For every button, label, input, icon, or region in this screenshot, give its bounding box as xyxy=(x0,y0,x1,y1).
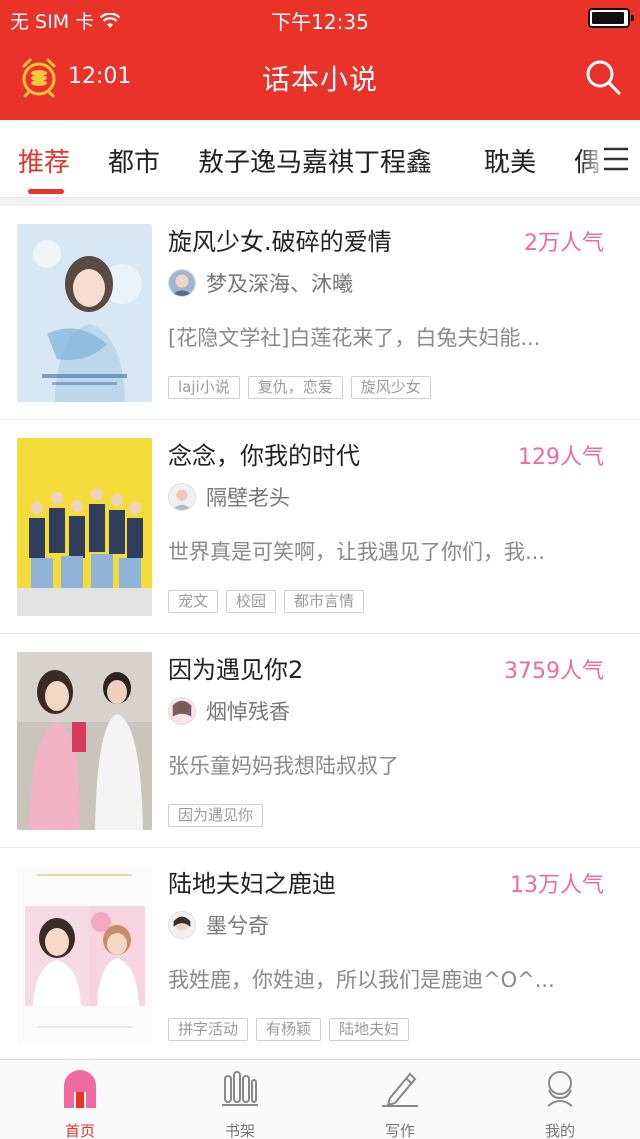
book-description: [花隐文学社]白莲花来了，白兔夫妇能... xyxy=(168,326,541,350)
author-name: 烟悼残香 xyxy=(206,700,290,724)
tag-list: 宠文 校园 都市言情 xyxy=(168,590,365,613)
tag-list: 拼字活动 有杨颖 陆地夫妇 xyxy=(168,1018,410,1041)
author-name: 隔壁老头 xyxy=(206,486,290,510)
clock: 下午12:35 xyxy=(271,10,369,34)
tag[interactable]: 复仇，恋爱 xyxy=(247,376,343,399)
list-item[interactable]: 念念，你我的时代 129人气 隔壁老头 世界真是可笑啊，让我遇见了你们，我...… xyxy=(0,420,640,634)
search-icon[interactable] xyxy=(584,58,622,96)
nav-label: 书架 xyxy=(224,1122,255,1139)
book-cover[interactable] xyxy=(17,224,152,402)
avatar xyxy=(168,269,196,297)
app-header: 12:01 话本小说 xyxy=(0,36,640,120)
tag[interactable]: 有杨颖 xyxy=(256,1018,322,1041)
book-description: 我姓鹿，你姓迪，所以我们是鹿迪^O^... xyxy=(168,968,555,992)
tab-city[interactable]: 都市 xyxy=(108,142,160,179)
popularity-count: 129人气 xyxy=(518,445,604,470)
list-item[interactable]: 因为遇见你2 3759人气 烟悼残香 张乐童妈妈我想陆叔叔了 因为遇见你 xyxy=(0,634,640,848)
popularity-count: 13万人气 xyxy=(510,873,604,898)
tag[interactable]: laji小说 xyxy=(168,376,240,399)
bookshelf-icon xyxy=(222,1071,258,1106)
book-cover[interactable] xyxy=(17,866,152,1044)
book-cover[interactable] xyxy=(17,438,152,616)
list-item[interactable]: 旋风少女.破碎的爱情 2万人气 梦及深海、沐曦 [花隐文学社]白莲花来了，白兔夫… xyxy=(0,206,640,420)
tab-idol[interactable]: 敖子逸马嘉祺丁程鑫 xyxy=(198,142,432,179)
nav-write[interactable]: 写作 xyxy=(350,1066,450,1139)
nav-bookshelf[interactable]: 书架 xyxy=(190,1066,290,1139)
tag[interactable]: 旋风少女 xyxy=(350,376,431,399)
nav-label: 我的 xyxy=(544,1122,575,1139)
status-bar: 无 SIM 卡 下午12:35 xyxy=(0,0,640,36)
tab-bl[interactable]: 耽美 xyxy=(484,142,536,179)
tag-list: laji小说 复仇，恋爱 旋风少女 xyxy=(168,376,431,399)
home-icon xyxy=(64,1070,96,1108)
bottom-nav: 首页 书架 写作 我的 xyxy=(0,1059,640,1139)
list-item[interactable]: 陆地夫妇之鹿迪 13万人气 墨兮奇 我姓鹿，你姓迪，所以我们是鹿迪^O^... … xyxy=(0,848,640,1062)
nav-label: 首页 xyxy=(64,1122,95,1139)
avatar xyxy=(168,483,196,511)
author-row[interactable]: 隔壁老头 xyxy=(168,482,290,512)
book-title[interactable]: 陆地夫妇之鹿迪 xyxy=(168,864,336,899)
book-title[interactable]: 念念，你我的时代 xyxy=(168,436,360,471)
book-description: 世界真是可笑啊，让我遇见了你们，我... xyxy=(168,540,546,564)
author-row[interactable]: 梦及深海、沐曦 xyxy=(168,268,353,298)
author-row[interactable]: 烟悼残香 xyxy=(168,696,290,726)
avatar xyxy=(168,911,196,939)
tag[interactable]: 拼字活动 xyxy=(168,1018,249,1041)
nav-profile[interactable]: 我的 xyxy=(510,1066,610,1139)
tag[interactable]: 校园 xyxy=(226,590,277,613)
book-title[interactable]: 旋风少女.破碎的爱情 xyxy=(168,222,392,257)
menu-icon[interactable] xyxy=(602,146,630,172)
pencil-icon xyxy=(382,1072,418,1107)
author-row[interactable]: 墨兮奇 xyxy=(168,910,269,940)
nav-home[interactable]: 首页 xyxy=(30,1066,130,1139)
category-tabs: 推荐 都市 敖子逸马嘉祺丁程鑫 耽美 偶 xyxy=(0,120,640,198)
profile-icon xyxy=(547,1071,573,1107)
tab-recommend[interactable]: 推荐 xyxy=(18,142,70,179)
popularity-count: 3759人气 xyxy=(504,659,604,684)
popularity-count: 2万人气 xyxy=(524,231,604,256)
book-cover[interactable] xyxy=(17,652,152,830)
tag[interactable]: 陆地夫妇 xyxy=(329,1018,410,1041)
book-title[interactable]: 因为遇见你2 xyxy=(168,650,303,685)
author-name: 梦及深海、沐曦 xyxy=(206,272,353,296)
tag[interactable]: 都市言情 xyxy=(284,590,365,613)
book-description: 张乐童妈妈我想陆叔叔了 xyxy=(168,754,399,778)
battery-icon xyxy=(588,8,634,28)
top-bar: 无 SIM 卡 下午12:35 12:01 话本小说 xyxy=(0,0,640,120)
tag-list: 因为遇见你 xyxy=(168,804,264,827)
active-tab-indicator xyxy=(28,189,64,194)
avatar xyxy=(168,697,196,725)
nav-label: 写作 xyxy=(384,1122,415,1139)
page-title: 话本小说 xyxy=(261,63,378,96)
author-name: 墨兮奇 xyxy=(206,914,269,938)
tag[interactable]: 宠文 xyxy=(168,590,219,613)
tag[interactable]: 因为遇见你 xyxy=(168,804,264,827)
